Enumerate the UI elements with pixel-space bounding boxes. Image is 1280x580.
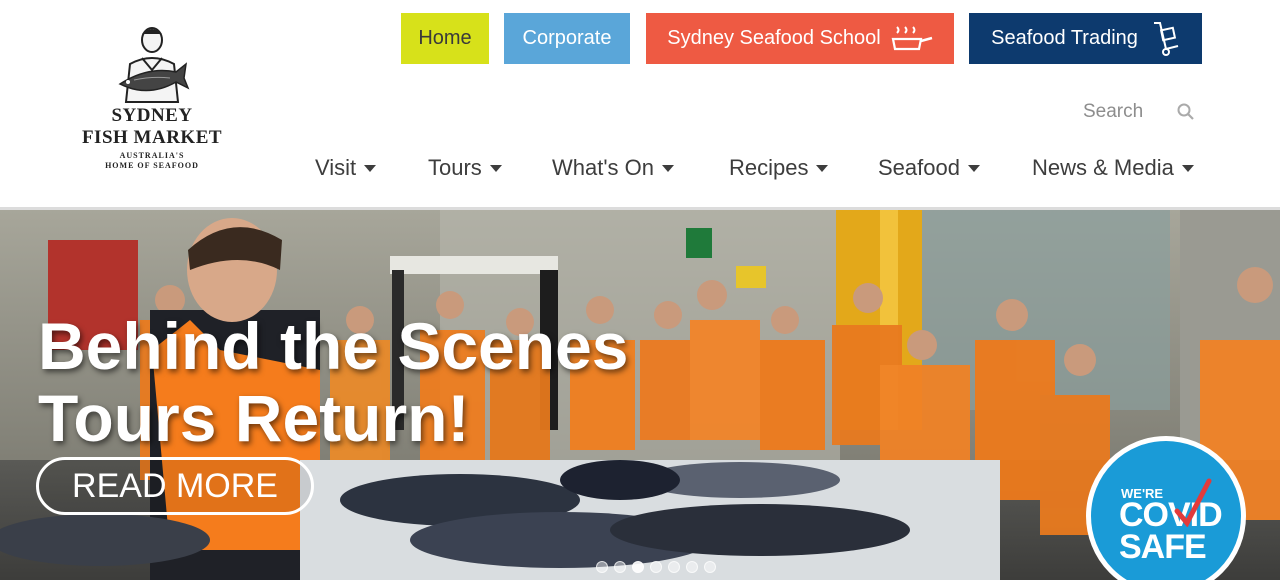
slider-dot[interactable] [596, 561, 608, 573]
nav-tours[interactable]: Tours [428, 152, 502, 184]
nav-whats-on[interactable]: What's On [552, 152, 675, 184]
hero-title-line-2: Tours Return! [38, 381, 470, 455]
site-logo[interactable]: SYDNEY FISH MARKET AUSTRALIA'S HOME OF S… [78, 22, 226, 182]
nav-tours-label: Tours [428, 155, 482, 180]
slider-dot[interactable] [614, 561, 626, 573]
logo-line-sydney: SYDNEY [111, 105, 193, 126]
covid-badge-line-2: SAFE [1119, 528, 1207, 566]
logo-line-australias: AUSTRALIA'S [119, 151, 185, 160]
site-header: SYDNEY FISH MARKET AUSTRALIA'S HOME OF S… [0, 0, 1280, 207]
fishmonger-illustration [118, 27, 190, 103]
read-more-button-label: READ MORE [72, 466, 278, 505]
caret-down-icon [816, 164, 829, 172]
seafood-school-button-label: Sydney Seafood School [667, 27, 881, 49]
caret-down-icon [967, 164, 980, 172]
caret-down-icon [1181, 164, 1194, 172]
seafood-school-button[interactable]: Sydney Seafood School [646, 13, 954, 64]
nav-visit[interactable]: Visit [315, 152, 377, 184]
nav-recipes-label: Recipes [729, 155, 809, 180]
caret-down-icon [364, 164, 377, 172]
nav-seafood-label: Seafood [878, 155, 960, 180]
seafood-trading-button-label: Seafood Trading [991, 27, 1138, 49]
home-button-label: Home [418, 27, 472, 49]
corporate-button-label: Corporate [522, 27, 612, 49]
read-more-button[interactable]: READ MORE [36, 457, 314, 515]
logo-line-fish-market: FISH MARKET [81, 127, 223, 148]
nav-news-media[interactable]: News & Media [1032, 152, 1194, 184]
hand-trolley-icon [1153, 21, 1179, 56]
search-icon[interactable] [1177, 103, 1195, 121]
checkmark-icon [1174, 478, 1212, 527]
hero-banner[interactable]: Behind the Scenes Tours Return! READ MOR… [0, 207, 1280, 580]
corporate-button[interactable]: Corporate [504, 13, 630, 64]
hero-title-line-1: Behind the Scenes [38, 309, 629, 383]
caret-down-icon [489, 164, 502, 172]
slider-dot[interactable] [704, 561, 716, 573]
nav-recipes[interactable]: Recipes [729, 152, 829, 184]
nav-visit-label: Visit [315, 155, 357, 180]
slider-dot[interactable] [668, 561, 680, 573]
slider-dot-active[interactable] [632, 561, 644, 573]
logo-line-home-of-seafood: HOME OF SEAFOOD [105, 161, 199, 170]
slider-dot[interactable] [650, 561, 662, 573]
seafood-trading-button[interactable]: Seafood Trading [969, 13, 1202, 64]
hero-title: Behind the Scenes Tours Return! [38, 310, 629, 454]
caret-down-icon [662, 164, 675, 172]
slider-dot[interactable] [686, 561, 698, 573]
search-box[interactable] [1083, 98, 1195, 126]
nav-whats-on-label: What's On [552, 155, 655, 180]
nav-news-media-label: News & Media [1032, 155, 1174, 180]
search-input[interactable] [1083, 101, 1163, 123]
slider-pagination [596, 561, 716, 573]
steaming-pan-icon [891, 25, 933, 50]
home-button[interactable]: Home [401, 13, 489, 64]
nav-seafood[interactable]: Seafood [878, 152, 980, 184]
